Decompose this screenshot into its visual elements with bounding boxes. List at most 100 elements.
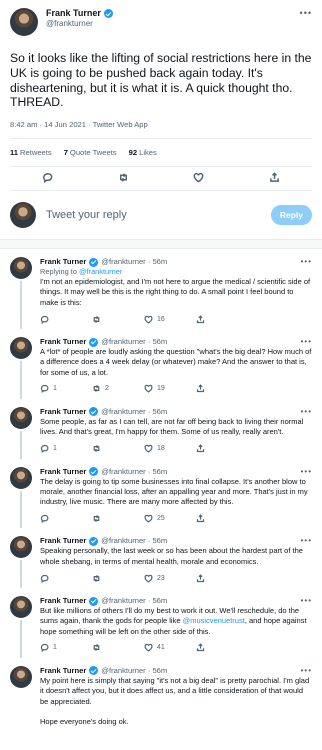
reply-action[interactable]: 1	[40, 384, 92, 394]
reply-action[interactable]	[40, 315, 92, 324]
more-options-icon[interactable]: •••	[301, 467, 312, 477]
retweet-action[interactable]: 2	[92, 384, 144, 393]
author-name[interactable]: Frank Turner	[40, 596, 86, 606]
main-tweet-header: Frank Turner @frankturner •••	[10, 8, 312, 42]
tweet-actions: 23	[40, 570, 312, 588]
author-handle-time[interactable]: @frankturner · 56m	[101, 536, 167, 546]
like-action[interactable]: 25	[144, 514, 196, 523]
verified-badge-icon	[89, 467, 99, 477]
thread-tweet[interactable]: Frank Turner @frankturner · 56m ••• Spea…	[0, 528, 322, 589]
thread-tweet[interactable]: Frank Turner @frankturner · 56m ••• The …	[0, 459, 322, 529]
share-icon[interactable]	[269, 170, 280, 188]
author-handle-time[interactable]: @frankturner · 56m	[101, 467, 167, 477]
reply-icon	[40, 514, 49, 523]
like-action[interactable]: 23	[144, 574, 196, 583]
retweet-action[interactable]	[92, 574, 144, 583]
verified-badge-icon	[89, 596, 99, 606]
share-action[interactable]	[196, 514, 248, 523]
avatar[interactable]	[10, 466, 32, 489]
avatar[interactable]	[10, 536, 32, 559]
share-action[interactable]	[196, 384, 248, 393]
thread-connector	[20, 560, 22, 589]
retweet-count: 2	[105, 385, 109, 393]
retweet-icon	[93, 514, 100, 522]
more-options-icon[interactable]: •••	[301, 536, 312, 546]
verified-badge-icon	[89, 666, 99, 676]
quote-tweets-count: 7	[63, 148, 68, 158]
share-action[interactable]	[196, 573, 248, 583]
share-action[interactable]	[196, 314, 248, 324]
tweet-text: Hope everyone's doing ok.	[40, 716, 129, 726]
retweet-action[interactable]	[92, 514, 144, 523]
replying-to: Replying to @frankturner	[40, 267, 312, 277]
like-icon	[144, 315, 153, 324]
more-options-icon[interactable]: •••	[300, 8, 312, 18]
avatar[interactable]	[10, 8, 38, 36]
author-name[interactable]: Frank Turner	[40, 666, 86, 676]
thread-tweet[interactable]: Frank Turner @frankturner · 56m ••• A *l…	[0, 329, 322, 399]
author-name[interactable]: Frank Turner	[40, 337, 86, 347]
author-handle-time[interactable]: @frankturner · 56m	[101, 596, 167, 606]
thread-tweet[interactable]: Frank Turner @frankturner · 56m ••• Repl…	[0, 249, 322, 330]
reply-action[interactable]: 1	[40, 444, 92, 454]
more-options-icon[interactable]: •••	[301, 666, 312, 676]
avatar[interactable]	[10, 337, 32, 360]
tweet-stats: 11 Retweets 7 Quote Tweets 92 Likes	[10, 139, 312, 168]
reply-icon	[40, 444, 49, 454]
mention-link[interactable]: @musicvenuetrust	[183, 616, 245, 625]
retweet-icon	[93, 385, 100, 393]
author-name-row[interactable]: Frank Turner	[46, 8, 113, 19]
author-name[interactable]: Frank Turner	[40, 407, 86, 417]
like-icon	[144, 574, 153, 583]
main-tweet-text: So it looks like the lifting of social r…	[10, 51, 312, 110]
share-action[interactable]	[196, 643, 248, 652]
avatar[interactable]	[10, 257, 32, 280]
like-action[interactable]: 19	[144, 384, 196, 394]
tweet-timestamp[interactable]: 8:42 am · 14 Jun 2021 · Twitter Web App	[10, 120, 312, 140]
reply-action[interactable]	[40, 514, 92, 523]
replying-to-link[interactable]: @frankturner	[79, 267, 122, 276]
thread-tweet[interactable]: Frank Turner @frankturner · 56m ••• But …	[0, 588, 322, 658]
share-action[interactable]	[196, 444, 248, 453]
author-name[interactable]: Frank Turner	[40, 536, 86, 546]
author-handle-time[interactable]: @frankturner · 56m	[101, 337, 167, 347]
more-options-icon[interactable]: •••	[301, 257, 312, 267]
more-options-icon[interactable]: •••	[301, 337, 312, 347]
reply-action[interactable]: 1	[40, 643, 92, 653]
author-handle-time[interactable]: @frankturner · 56m	[101, 407, 167, 417]
tweet-actions: 16	[40, 311, 312, 329]
reply-icon[interactable]	[42, 170, 53, 188]
share-icon	[196, 573, 205, 582]
like-count: 41	[157, 644, 165, 652]
author-name[interactable]: Frank Turner	[40, 467, 86, 477]
author-handle-time[interactable]: @frankturner · 56m	[101, 257, 167, 267]
likes-stat[interactable]: 92 Likes	[129, 148, 157, 157]
avatar[interactable]	[10, 406, 32, 429]
retweet-action[interactable]	[92, 643, 144, 652]
avatar[interactable]	[10, 596, 32, 619]
like-action[interactable]: 41	[144, 643, 196, 653]
thread-tweet[interactable]: Frank Turner @frankturner · 56m ••• My p…	[0, 658, 322, 727]
quote-tweets-stat[interactable]: 7 Quote Tweets	[64, 148, 117, 157]
avatar[interactable]	[10, 665, 32, 688]
user-avatar[interactable]	[10, 202, 36, 229]
reply-icon	[40, 315, 49, 324]
retweets-stat[interactable]: 11 Retweets	[10, 148, 52, 157]
like-count: 19	[157, 385, 165, 393]
author-handle[interactable]: @frankturner	[46, 19, 113, 29]
more-options-icon[interactable]: •••	[301, 596, 312, 606]
like-action[interactable]: 16	[144, 315, 196, 324]
more-options-icon[interactable]: •••	[301, 407, 312, 417]
thread-tweet[interactable]: Frank Turner @frankturner · 56m ••• Some…	[0, 399, 322, 459]
author-name[interactable]: Frank Turner	[46, 8, 101, 19]
reply-input[interactable]: Tweet your reply	[46, 209, 271, 221]
reply-action[interactable]	[40, 574, 92, 583]
author-name[interactable]: Frank Turner	[40, 257, 86, 267]
like-action[interactable]: 18	[144, 444, 196, 453]
retweet-action[interactable]	[92, 315, 144, 324]
like-icon[interactable]	[193, 170, 204, 188]
author-handle-time[interactable]: @frankturner · 56m	[101, 666, 167, 676]
reply-button[interactable]: Reply	[270, 205, 312, 226]
retweet-action[interactable]	[92, 444, 144, 453]
retweet-icon[interactable]	[118, 170, 129, 188]
